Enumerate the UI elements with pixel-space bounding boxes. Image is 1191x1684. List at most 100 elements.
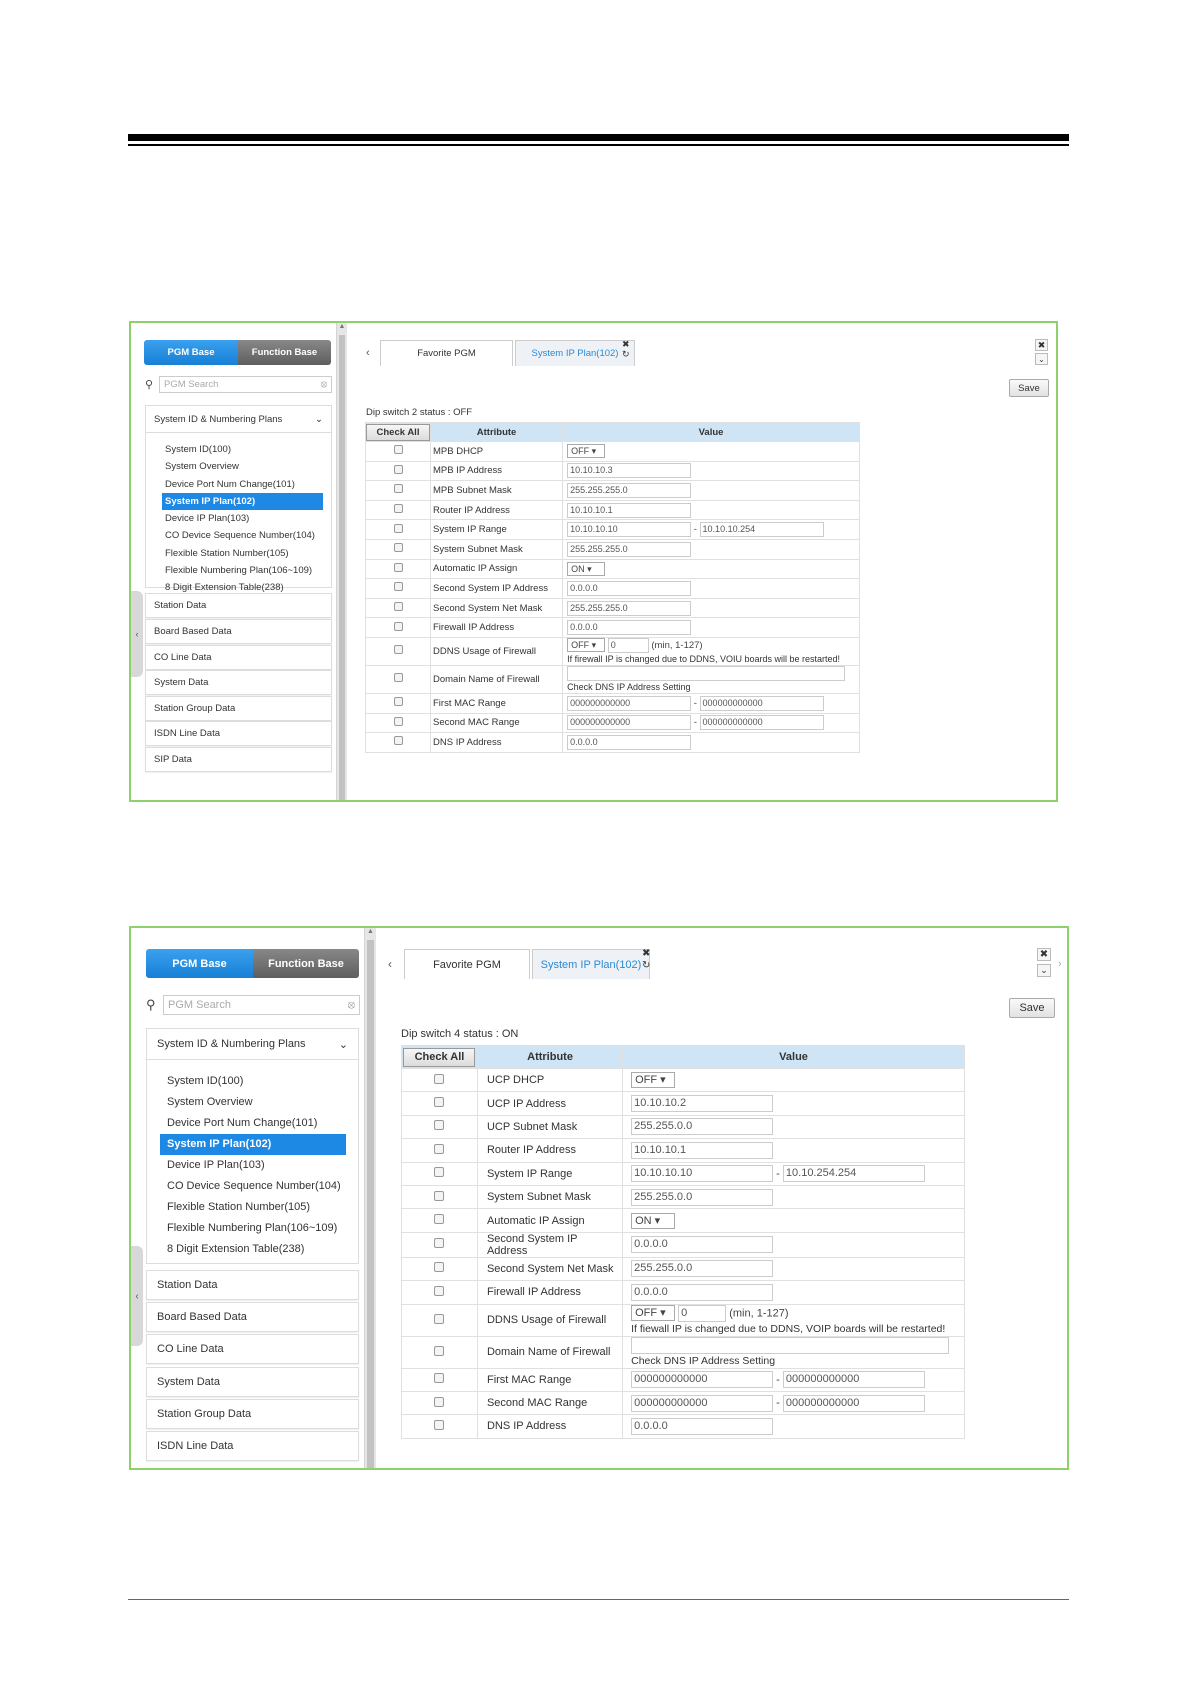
row-checkbox[interactable] — [393, 504, 403, 514]
row-checkbox[interactable] — [434, 1396, 445, 1407]
menu-item[interactable]: Device IP Plan(103) — [162, 510, 323, 527]
row-checkbox[interactable] — [434, 1097, 445, 1108]
value-input[interactable]: 10.10.10.1 — [631, 1141, 774, 1159]
menu-category[interactable]: ISDN Line Data — [145, 721, 332, 746]
left-scrollbar[interactable]: ▲ — [364, 928, 376, 1468]
scroll-up-icon[interactable]: ▲ — [337, 323, 347, 333]
check-all-button[interactable]: Check All — [403, 1047, 476, 1067]
function-base-tab[interactable]: Function Base — [238, 340, 331, 365]
function-base-tab[interactable]: Function Base — [253, 949, 359, 978]
row-checkbox[interactable] — [434, 1262, 445, 1273]
row-checkbox[interactable] — [434, 1190, 445, 1201]
range-end-input[interactable]: 10.10.254.254 — [782, 1165, 925, 1183]
row-checkbox[interactable] — [393, 445, 403, 455]
pgm-base-tab[interactable]: PGM Base — [146, 949, 253, 978]
dhcp-select[interactable]: OFF ▾ — [567, 444, 606, 459]
menu-item[interactable]: Device IP Plan(103) — [160, 1155, 346, 1176]
ddns-value-input[interactable]: 0 — [607, 637, 649, 653]
tab-system-ip-plan[interactable]: System IP Plan(102) — [515, 340, 635, 366]
menu-group-header[interactable]: System ID & Numbering Plans ⌄ — [146, 406, 331, 433]
menu-category[interactable]: System Data — [145, 670, 332, 695]
value-input[interactable]: 255.255.255.0 — [567, 600, 692, 616]
row-checkbox[interactable] — [393, 582, 403, 592]
close-icon[interactable]: ✖ — [642, 948, 650, 960]
menu-item-active[interactable]: System IP Plan(102) — [162, 492, 323, 511]
menu-item[interactable]: CO Device Sequence Number(104) — [162, 527, 323, 544]
row-checkbox[interactable] — [393, 716, 403, 726]
domain-name-input[interactable] — [567, 665, 846, 681]
search-input[interactable]: PGM Search ⦻ — [159, 376, 332, 393]
chevron-left-icon[interactable]: ‹ — [388, 957, 404, 971]
dhcp-select[interactable]: OFF ▾ — [631, 1072, 676, 1089]
check-all-button[interactable]: Check All — [366, 423, 430, 441]
menu-item[interactable]: Flexible Station Number(105) — [162, 545, 323, 562]
value-input[interactable]: 255.255.0.0 — [631, 1118, 774, 1136]
row-checkbox[interactable] — [393, 464, 403, 474]
menu-item-active[interactable]: System IP Plan(102) — [160, 1134, 346, 1155]
menu-category[interactable]: SIP Data — [145, 747, 332, 772]
search-input[interactable]: PGM Search ⦻ — [163, 995, 360, 1015]
menu-category[interactable]: Station Group Data — [146, 1399, 359, 1429]
value-input[interactable]: 255.255.255.0 — [567, 482, 692, 498]
value-input[interactable]: 0.0.0.0 — [631, 1417, 774, 1435]
row-checkbox[interactable] — [393, 645, 403, 655]
save-button[interactable]: Save — [1009, 998, 1055, 1018]
left-scrollbar[interactable]: ▲ — [336, 323, 347, 800]
refresh-icon[interactable]: ↻ — [622, 349, 630, 359]
domain-name-input[interactable] — [631, 1336, 950, 1354]
tab-favorite-pgm[interactable]: Favorite PGM — [380, 340, 513, 366]
chevron-down-icon[interactable]: ⌄ — [1037, 964, 1051, 977]
scroll-thumb[interactable] — [339, 335, 345, 800]
pgm-base-tab[interactable]: PGM Base — [144, 340, 238, 365]
range-start-input[interactable]: 000000000000 — [567, 695, 692, 711]
range-start-input[interactable]: 000000000000 — [567, 715, 692, 731]
menu-group-header[interactable]: System ID & Numbering Plans ⌄ — [147, 1029, 358, 1060]
row-checkbox[interactable] — [434, 1419, 445, 1430]
value-input[interactable]: 255.255.0.0 — [631, 1260, 774, 1278]
menu-category[interactable]: CO Line Data — [145, 645, 332, 670]
menu-item[interactable]: Flexible Numbering Plan(106~109) — [162, 562, 323, 579]
menu-category[interactable]: Station Data — [146, 1270, 359, 1300]
collapse-panel-tab[interactable]: ‹ — [131, 591, 143, 677]
range-start-input[interactable]: 000000000000 — [631, 1394, 774, 1412]
menu-item[interactable]: 8 Digit Extension Table(238) — [160, 1239, 346, 1260]
ddns-select[interactable]: OFF ▾ — [567, 638, 606, 653]
close-icon[interactable]: ✖ — [1035, 339, 1048, 351]
row-checkbox[interactable] — [393, 673, 403, 683]
value-input[interactable]: 255.255.255.0 — [567, 541, 692, 557]
value-input[interactable]: 255.255.0.0 — [631, 1188, 774, 1206]
range-end-input[interactable]: 000000000000 — [699, 695, 824, 711]
tab-system-ip-plan[interactable]: System IP Plan(102) — [532, 949, 650, 979]
save-button[interactable]: Save — [1009, 379, 1049, 397]
range-end-input[interactable]: 000000000000 — [699, 715, 824, 731]
menu-item[interactable]: Device Port Num Change(101) — [160, 1113, 346, 1134]
row-checkbox[interactable] — [434, 1285, 445, 1296]
row-checkbox[interactable] — [393, 562, 403, 572]
menu-item[interactable]: CO Device Sequence Number(104) — [160, 1176, 346, 1197]
range-start-input[interactable]: 10.10.10.10 — [567, 522, 692, 538]
menu-item[interactable]: Flexible Station Number(105) — [160, 1197, 346, 1218]
close-icon[interactable]: ✖ — [622, 339, 630, 349]
row-checkbox[interactable] — [434, 1167, 445, 1178]
range-end-input[interactable]: 000000000000 — [782, 1371, 925, 1389]
row-checkbox[interactable] — [434, 1073, 445, 1084]
menu-category[interactable]: Station Group Data — [145, 696, 332, 721]
row-checkbox[interactable] — [393, 621, 403, 631]
refresh-icon[interactable]: ↻ — [642, 960, 650, 972]
menu-category[interactable]: CO Line Data — [146, 1334, 359, 1364]
row-checkbox[interactable] — [393, 523, 403, 533]
value-input[interactable]: 0.0.0.0 — [631, 1283, 774, 1301]
range-start-input[interactable]: 10.10.10.10 — [631, 1165, 774, 1183]
range-end-input[interactable]: 10.10.10.254 — [699, 522, 824, 538]
value-input[interactable]: 10.10.10.1 — [567, 502, 692, 518]
menu-item[interactable]: Device Port Num Change(101) — [162, 476, 323, 493]
menu-category[interactable]: ISDN Line Data — [146, 1431, 359, 1461]
range-end-input[interactable]: 000000000000 — [782, 1394, 925, 1412]
clear-icon[interactable]: ⦻ — [348, 999, 355, 1012]
menu-category[interactable]: Station Data — [145, 593, 332, 618]
menu-item[interactable]: System Overview — [162, 458, 323, 475]
clear-icon[interactable]: ⦻ — [321, 379, 327, 390]
row-checkbox[interactable] — [434, 1373, 445, 1384]
menu-item[interactable]: System Overview — [160, 1092, 346, 1113]
tab-favorite-pgm[interactable]: Favorite PGM — [404, 949, 530, 979]
